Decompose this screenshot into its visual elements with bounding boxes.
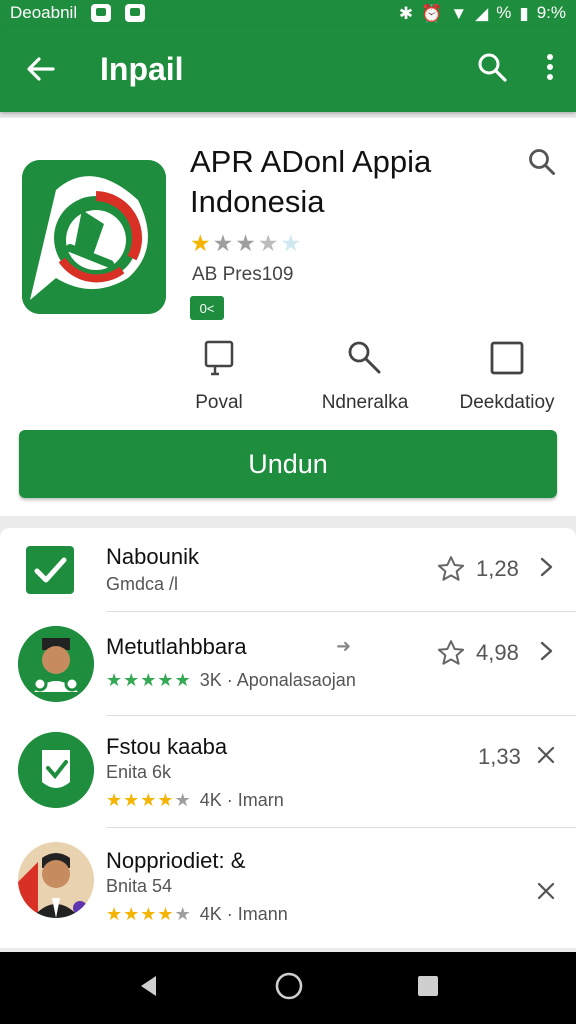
search-icon[interactable] [476,51,508,88]
star-outline-icon[interactable] [436,638,466,668]
star-empty-icon: ★ [174,790,191,810]
star-empty-icon: ★ [280,230,302,256]
battery-text: 9:% [536,3,566,22]
square-icon [487,338,527,378]
list-item-sub: Bnita 54 [106,876,173,896]
star-filled-icon: ★ [157,670,174,690]
star-filled-icon: ★ [123,904,140,924]
system-nav-bar [0,952,576,1024]
feature-item[interactable]: Deekdatioy [432,338,576,414]
avatar [18,732,94,808]
bluetooth-icon: ✱ [398,3,414,23]
avatar [18,842,94,918]
list-item-meta: 4K · Imann [199,904,288,924]
app-details-card: APR ADonl Appia Indonesia ★ ★ ★ ★ ★ AB P… [0,118,576,516]
feature-label: Deekdatioy [459,392,555,413]
chevron-right-icon[interactable] [535,556,557,578]
app-logo [22,160,166,314]
close-icon[interactable] [535,744,557,766]
app-title: APR ADonl Appia Indonesia [190,144,432,219]
star-filled-icon: ★ [157,904,174,924]
list-item-stars: ★ ★ ★ ★ ★ 4K · Imann [106,904,288,925]
feature-item[interactable]: Ndneralka [290,338,440,414]
star-outline-icon[interactable] [436,554,466,584]
list-item-meta: 3K · Aponalasaojan [199,670,356,690]
star-filled-icon: ★ [157,790,174,810]
avatar [18,626,94,702]
star-empty-icon: ★ [212,230,234,256]
recents-nav-icon[interactable] [416,974,440,1003]
star-filled-icon: ★ [106,670,123,690]
star-filled-icon: ★ [140,904,157,924]
app-bar-title: Inpail [100,50,184,87]
star-filled-icon: ★ [106,790,123,810]
star-empty-icon: ★ [235,230,256,256]
list-item-stars: ★ ★ ★ ★ ★ 4K · Imarn [106,790,284,811]
install-button[interactable]: Undun [19,430,557,498]
notification-icon [91,4,112,22]
star-empty-icon: ★ [257,230,279,256]
alarm-icon: ⏰ [421,3,443,23]
feature-label: Poval [195,392,243,413]
app-rating-stars: ★ ★ ★ ★ ★ [190,230,301,257]
list-item-name: Noppriodiet: & [106,848,246,873]
related-apps-list: Nabounik Gmdca /l 1,28 Metutlahbbara ➜ ★… [0,528,576,948]
feature-label: Ndneralka [321,392,409,413]
app-meta: AB Pres109 [192,264,294,285]
list-item[interactable]: Nabounik Gmdca /l 1,28 [0,528,576,612]
list-item[interactable]: Fstou kaaba Enita 6k ★ ★ ★ ★ ★ 4K · Imar… [0,716,576,828]
list-item-name: Nabounik [106,544,199,569]
search-icon[interactable] [526,146,558,178]
app-bar: Inpail [0,26,576,112]
battery-icon: ▮ [519,3,529,23]
list-item-stars: ★ ★ ★ ★ ★ 3K · Aponalasaojan [106,670,356,691]
close-icon[interactable] [535,880,557,902]
age-rating-badge: 0< [190,296,224,320]
list-item-name: Metutlahbbara [106,634,247,659]
phone-icon [199,338,239,378]
feature-item[interactable]: Poval [144,338,294,414]
list-item[interactable]: Metutlahbbara ➜ ★ ★ ★ ★ ★ 3K · Aponalasa… [0,612,576,716]
list-item[interactable]: Noppriodiet: & Bnita 54 ★ ★ ★ ★ ★ 4K · I… [0,828,576,940]
overflow-menu-icon[interactable] [546,53,554,86]
star-filled-icon: ★ [123,790,140,810]
status-bar: Deoabnil ✱ ⏰ ▼ ◢ % ▮ 9:% [0,0,576,26]
wifi-icon: ▼ [450,3,468,23]
star-filled-icon: ★ [190,230,211,256]
home-nav-icon[interactable] [274,971,304,1006]
arrow-right-icon: ➜ [336,636,352,656]
back-arrow-icon[interactable] [22,51,58,87]
list-item-rating: 1,33 [478,744,521,769]
star-filled-icon: ★ [123,670,140,690]
back-nav-icon[interactable] [136,973,162,1004]
carrier-label: Deoabnil [10,3,78,22]
list-item-meta: 4K · Imarn [199,790,284,810]
star-empty-icon: ★ [174,904,191,924]
list-item-sub: Enita 6k [106,762,172,782]
star-filled-icon: ★ [106,904,123,924]
checkbox-app-icon [26,546,74,594]
chevron-right-icon[interactable] [535,640,557,662]
shield-notification-icon [125,4,146,22]
star-filled-icon: ★ [140,790,157,810]
status-percent: % [496,3,512,22]
list-item-name: Fstou kaaba [106,734,228,759]
list-item-rating: 1,28 [476,556,519,581]
star-filled-icon: ★ [140,670,157,690]
signal-icon: ◢ [475,3,489,23]
star-filled-icon: ★ [174,670,191,690]
search-key-icon [345,338,385,378]
list-item-rating: 4,98 [476,640,519,665]
list-item-sub: Gmdca /l [106,574,179,594]
